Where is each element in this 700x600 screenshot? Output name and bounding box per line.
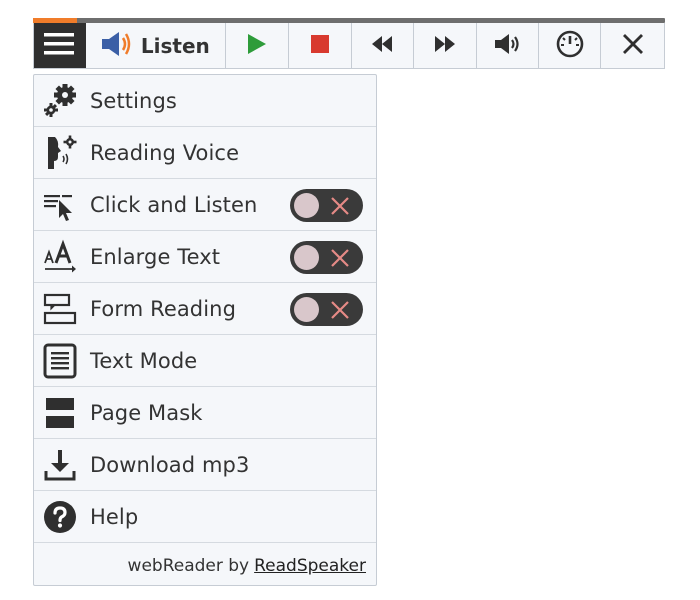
player-toolbar: Listen — [33, 23, 665, 69]
listen-label: Listen — [140, 33, 210, 58]
volume-button[interactable] — [477, 23, 540, 68]
menu-footer: webReader by ReadSpeaker — [34, 547, 376, 585]
menu-item-settings[interactable]: Settings — [34, 75, 376, 127]
webreader-widget: Listen Settings Reading Voice Click and … — [0, 0, 700, 600]
readspeaker-link[interactable]: ReadSpeaker — [254, 556, 366, 576]
menu-item-help[interactable]: Help — [34, 491, 376, 543]
toggle-off-x-icon — [330, 300, 350, 324]
toggle-knob — [294, 297, 319, 322]
listen-button[interactable]: Listen — [86, 23, 226, 68]
toggle-knob — [294, 245, 319, 270]
text-mode-icon — [41, 342, 79, 380]
close-button[interactable] — [601, 23, 664, 68]
menu-item-label: Page Mask — [90, 400, 203, 425]
speaker-icon — [101, 31, 133, 61]
enlarge-text-icon — [41, 238, 79, 276]
menu-button[interactable] — [34, 23, 86, 68]
menu-item-page-mask[interactable]: Page Mask — [34, 387, 376, 439]
stop-icon — [310, 34, 330, 58]
menu-item-download-mp3[interactable]: Download mp3 — [34, 439, 376, 491]
gears-icon — [41, 82, 79, 120]
hamburger-icon — [44, 32, 75, 59]
fast-forward-icon — [434, 35, 456, 57]
page-mask-icon — [41, 394, 79, 432]
form-reading-icon — [41, 290, 79, 328]
click-listen-icon — [41, 186, 79, 224]
download-icon — [41, 446, 79, 484]
click-and-listen-toggle[interactable] — [290, 189, 363, 222]
toggle-off-x-icon — [330, 196, 350, 220]
toggle-off-x-icon — [330, 248, 350, 272]
toggle-knob — [294, 193, 319, 218]
menu-item-label: Click and Listen — [90, 192, 258, 217]
stop-button[interactable] — [289, 23, 352, 68]
menu-item-label: Form Reading — [90, 296, 237, 321]
menu-item-text-mode[interactable]: Text Mode — [34, 335, 376, 387]
menu-item-label: Settings — [90, 88, 177, 113]
enlarge-text-toggle[interactable] — [290, 241, 363, 274]
menu-item-label: Reading Voice — [90, 140, 240, 165]
close-icon — [622, 33, 644, 59]
menu-item-label: Enlarge Text — [90, 244, 221, 269]
rewind-button[interactable] — [352, 23, 415, 68]
footer-prefix: webReader by — [127, 556, 250, 576]
play-icon — [247, 33, 267, 59]
speed-button[interactable] — [539, 23, 602, 68]
speedometer-icon — [556, 30, 584, 62]
menu-item-label: Text Mode — [90, 348, 198, 373]
voice-icon — [41, 134, 79, 172]
rewind-icon — [371, 35, 393, 57]
menu-item-label: Download mp3 — [90, 452, 250, 477]
form-reading-toggle[interactable] — [290, 293, 363, 326]
menu-item-click-and-listen[interactable]: Click and Listen — [34, 179, 376, 231]
menu-item-enlarge-text[interactable]: Enlarge Text — [34, 231, 376, 283]
volume-icon — [494, 32, 522, 60]
menu-item-label: Help — [90, 504, 139, 529]
menu-item-reading-voice[interactable]: Reading Voice — [34, 127, 376, 179]
webreader-menu: Settings Reading Voice Click and Listen … — [33, 74, 377, 586]
play-button[interactable] — [226, 23, 289, 68]
fast-forward-button[interactable] — [414, 23, 478, 68]
help-icon — [41, 498, 79, 536]
menu-item-form-reading[interactable]: Form Reading — [34, 283, 376, 335]
